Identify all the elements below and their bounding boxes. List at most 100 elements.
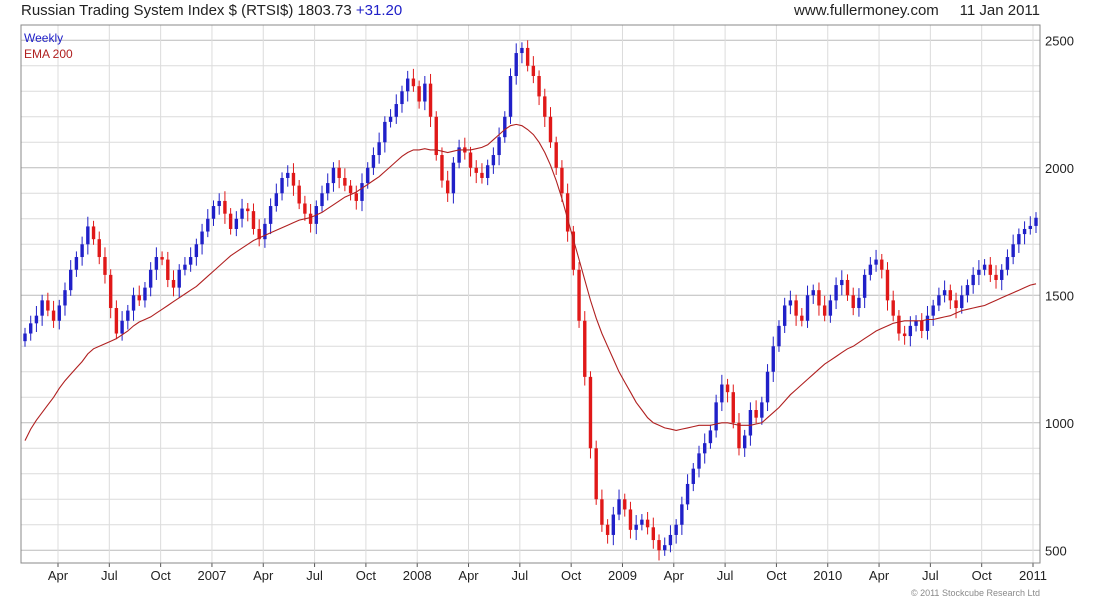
candle-body bbox=[902, 333, 907, 337]
candle-body bbox=[914, 320, 918, 326]
candle-body bbox=[891, 300, 895, 316]
x-tick-label: Apr bbox=[664, 568, 685, 583]
candle-body bbox=[948, 290, 953, 301]
candle-body bbox=[531, 65, 536, 76]
candle-body bbox=[411, 78, 416, 87]
candle-body bbox=[291, 172, 296, 186]
candle-body bbox=[377, 142, 381, 156]
candle-body bbox=[697, 453, 701, 469]
candle-body bbox=[251, 211, 256, 229]
candle-body bbox=[508, 75, 513, 117]
candle-body bbox=[1000, 269, 1004, 280]
candle-body bbox=[548, 116, 553, 143]
candle-body bbox=[348, 185, 353, 194]
x-tick-label: Jul bbox=[306, 568, 323, 583]
candle-body bbox=[394, 104, 398, 117]
candle-body bbox=[623, 499, 627, 510]
candle-body bbox=[971, 274, 975, 286]
candle-body bbox=[565, 193, 570, 232]
candle-body bbox=[651, 527, 656, 541]
candle-body bbox=[868, 264, 873, 275]
candle-body bbox=[742, 435, 747, 449]
candle-body bbox=[663, 545, 667, 551]
candle-body bbox=[611, 514, 616, 535]
candle-body bbox=[1034, 217, 1038, 226]
candle-body bbox=[657, 540, 661, 551]
candle-body bbox=[240, 208, 244, 219]
candle-body bbox=[428, 83, 433, 117]
y-tick-label: 2500 bbox=[1045, 33, 1074, 48]
candle-body bbox=[731, 392, 735, 423]
candle-body bbox=[206, 218, 210, 232]
candle-body bbox=[274, 193, 279, 207]
candle-body bbox=[177, 269, 181, 288]
candle-body bbox=[822, 305, 827, 316]
candle-body bbox=[148, 269, 153, 288]
candle-body bbox=[920, 320, 924, 331]
candle-body bbox=[594, 448, 598, 500]
candle-body bbox=[51, 310, 56, 321]
x-tick-label: Apr bbox=[253, 568, 274, 583]
candle-body bbox=[931, 305, 935, 316]
candle-body bbox=[211, 206, 216, 219]
candle-body bbox=[800, 315, 804, 321]
candle-body bbox=[720, 384, 724, 403]
candle-body bbox=[857, 297, 861, 309]
candle-body bbox=[160, 257, 164, 260]
candle-body bbox=[331, 167, 336, 184]
candle-body bbox=[988, 264, 993, 275]
candle-body bbox=[862, 274, 867, 298]
candle-body bbox=[942, 290, 947, 296]
candle-body bbox=[908, 325, 913, 337]
candle-body bbox=[120, 320, 124, 334]
candle-body bbox=[188, 257, 193, 265]
candle-body bbox=[982, 264, 987, 270]
candle-body bbox=[834, 285, 838, 301]
candle-body bbox=[714, 402, 718, 431]
candle-body bbox=[765, 371, 770, 403]
candle-body bbox=[68, 269, 73, 291]
candle-body bbox=[468, 152, 473, 168]
candle-body bbox=[297, 185, 301, 204]
candle-body bbox=[166, 259, 170, 280]
candle-body bbox=[1022, 228, 1027, 235]
candle-body bbox=[520, 47, 524, 54]
candle-body bbox=[640, 519, 644, 525]
candle-body bbox=[703, 443, 707, 454]
legend-ema: EMA 200 bbox=[24, 47, 73, 61]
candle-body bbox=[480, 172, 484, 178]
candle-body bbox=[268, 206, 273, 224]
candle-body bbox=[337, 167, 341, 178]
candle-body bbox=[303, 203, 307, 214]
candle-body bbox=[280, 177, 284, 194]
candle-body bbox=[1011, 244, 1015, 258]
candle-body bbox=[583, 320, 587, 377]
y-tick-label: 1000 bbox=[1045, 416, 1074, 431]
candle-body bbox=[537, 75, 541, 97]
candle-body bbox=[725, 384, 730, 393]
candle-body bbox=[525, 47, 530, 66]
candle-body bbox=[440, 155, 444, 181]
candle-body bbox=[108, 274, 113, 309]
x-tick-label: Jul bbox=[922, 568, 939, 583]
candle-body bbox=[937, 295, 941, 306]
candle-body bbox=[497, 137, 501, 156]
candle-body bbox=[114, 308, 119, 334]
candle-body bbox=[154, 257, 159, 270]
candle-body bbox=[965, 285, 970, 296]
candle-body bbox=[634, 524, 638, 530]
candle-body bbox=[360, 183, 364, 201]
candle-body bbox=[137, 295, 141, 301]
candle-body bbox=[234, 218, 239, 229]
candle-body bbox=[851, 295, 855, 309]
ema-200-line bbox=[24, 123, 1037, 441]
candle-body bbox=[840, 279, 844, 286]
candle-body bbox=[74, 257, 79, 270]
candle-body bbox=[782, 305, 787, 326]
candle-body bbox=[845, 279, 850, 296]
candle-body bbox=[183, 264, 187, 270]
candle-body bbox=[354, 193, 358, 201]
candle-body bbox=[405, 78, 410, 92]
candle-body bbox=[103, 257, 107, 275]
candle-body bbox=[880, 259, 884, 270]
